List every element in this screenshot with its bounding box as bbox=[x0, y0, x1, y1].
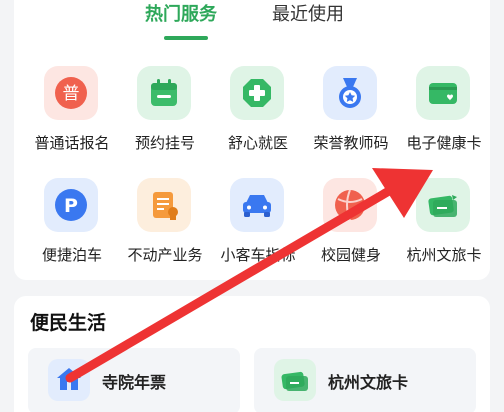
property-document-icon bbox=[137, 178, 191, 232]
active-tab-indicator bbox=[164, 36, 208, 40]
service-label: 普通话报名 bbox=[34, 134, 110, 152]
medical-cross-icon bbox=[230, 66, 284, 120]
service-campus-fitness[interactable]: 校园健身 bbox=[303, 178, 399, 278]
service-honor-teacher[interactable]: 荣誉教师码 bbox=[303, 66, 399, 166]
service-real-estate[interactable]: 不动产业务 bbox=[117, 178, 213, 278]
service-label: 杭州文旅卡 bbox=[406, 246, 482, 264]
service-label: 不动产业务 bbox=[127, 246, 203, 264]
tile-hz-travel-card[interactable]: 杭州文旅卡 bbox=[254, 348, 476, 412]
tab-hot-services[interactable]: 热门服务 bbox=[145, 2, 217, 28]
service-comfort-medical[interactable]: 舒心就医 bbox=[210, 66, 306, 166]
service-label: 预约挂号 bbox=[134, 134, 195, 152]
tile-label: 寺院年票 bbox=[102, 373, 167, 392]
service-putonghua[interactable]: 普 普通话报名 bbox=[24, 66, 120, 166]
travel-card-icon bbox=[274, 359, 316, 401]
car-icon bbox=[230, 178, 284, 232]
health-card-icon bbox=[416, 66, 470, 120]
tile-temple-pass[interactable]: 寺院年票 bbox=[28, 348, 240, 412]
hot-services-card: 热门服务 最近使用 普 普通话报名 预约挂号 舒心就医 荣誉教师码 电子健康卡 … bbox=[14, 0, 490, 280]
pu-icon: 普 bbox=[44, 66, 98, 120]
service-label: 舒心就医 bbox=[227, 134, 288, 152]
service-label: 电子健康卡 bbox=[406, 134, 482, 152]
svg-text:普: 普 bbox=[63, 84, 80, 104]
service-label: 小客车指标 bbox=[220, 246, 296, 264]
service-label: 校园健身 bbox=[320, 246, 381, 264]
service-parking[interactable]: P 便捷泊车 bbox=[24, 178, 120, 278]
convenience-life-card: 便民生活 寺院年票 杭州文旅卡 bbox=[14, 296, 490, 412]
service-tabs: 热门服务 最近使用 bbox=[14, 2, 490, 42]
section-title: 便民生活 bbox=[30, 312, 107, 334]
temple-icon bbox=[48, 359, 90, 401]
svg-text:P: P bbox=[64, 195, 78, 217]
service-label: 便捷泊车 bbox=[41, 246, 102, 264]
tab-recent-used[interactable]: 最近使用 bbox=[272, 2, 344, 28]
service-car-quota[interactable]: 小客车指标 bbox=[210, 178, 306, 278]
parking-icon: P bbox=[44, 178, 98, 232]
medal-icon bbox=[323, 66, 377, 120]
service-label: 荣誉教师码 bbox=[313, 134, 389, 152]
service-health-card[interactable]: 电子健康卡 bbox=[396, 66, 492, 166]
tile-label: 杭州文旅卡 bbox=[328, 373, 409, 392]
service-appointment[interactable]: 预约挂号 bbox=[117, 66, 213, 166]
calendar-icon bbox=[137, 66, 191, 120]
service-hz-travel-card[interactable]: 杭州文旅卡 bbox=[396, 178, 492, 278]
fitness-ball-icon bbox=[323, 178, 377, 232]
travel-card-icon bbox=[416, 178, 470, 232]
